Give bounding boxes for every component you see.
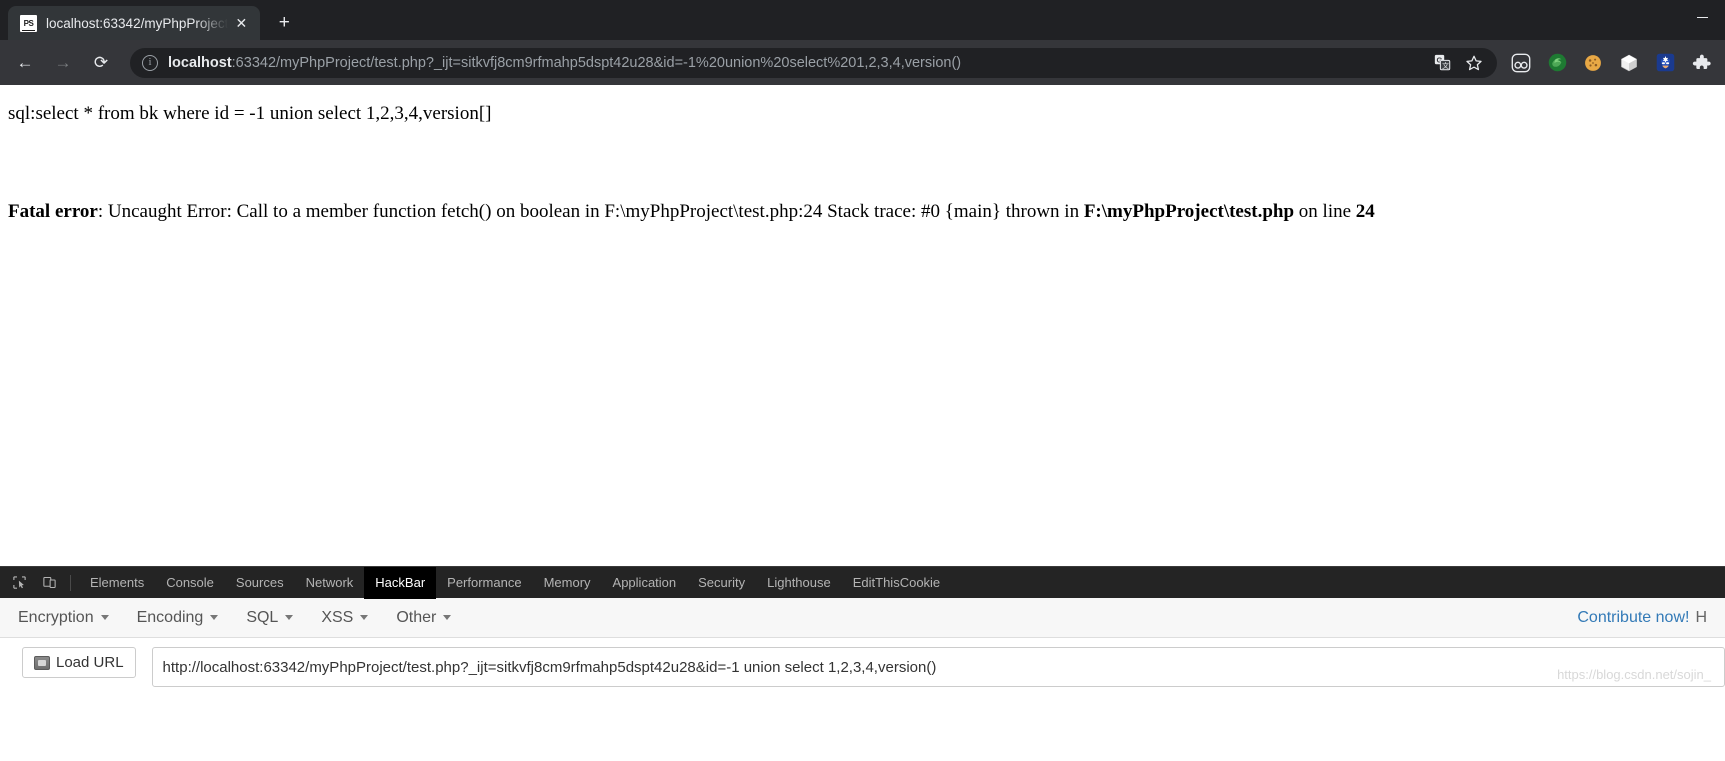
page-content: sql:select * from bk where id = -1 union… (0, 85, 1725, 566)
chevron-down-icon (443, 615, 452, 620)
tab-console[interactable]: Console (155, 567, 225, 599)
phpstorm-favicon: PS (20, 14, 37, 32)
browser-toolbar: ← → ⟳ i localhost:63342/myPhpProject/tes… (0, 40, 1725, 85)
tab-memory[interactable]: Memory (533, 567, 602, 599)
forward-button[interactable]: → (48, 48, 78, 78)
fatal-error-label: Fatal error (8, 200, 98, 222)
puzzle-piece-icon[interactable] (1686, 48, 1716, 78)
hackbar-url-input[interactable] (151, 647, 1725, 687)
inspect-element-icon[interactable] (5, 570, 33, 596)
address-bar[interactable]: i localhost:63342/myPhpProject/test.php?… (130, 47, 1497, 78)
menu-sql[interactable]: SQL (246, 608, 294, 627)
window-minimize-button[interactable] (1679, 0, 1725, 34)
tab-editthiscookie[interactable]: EditThisCookie (842, 567, 951, 599)
menu-sql-label: SQL (246, 608, 279, 626)
chevron-down-icon (285, 615, 294, 620)
chevron-down-icon (360, 615, 369, 620)
tab-application[interactable]: Application (602, 567, 688, 599)
browser-chrome: PS localhost:63342/myPhpProject ✕ + ← → … (0, 0, 1725, 85)
translate-icon[interactable]: G 文 (1429, 50, 1455, 76)
wappalyzer-icon[interactable] (1506, 48, 1536, 78)
omnibox-actions: G 文 (1409, 50, 1487, 76)
tab-security[interactable]: Security (687, 567, 756, 599)
white-cube-icon[interactable] (1614, 48, 1644, 78)
load-url-label: Load URL (56, 654, 124, 671)
tab-lighthouse[interactable]: Lighthouse (756, 567, 842, 599)
menu-encoding-label: Encoding (136, 608, 204, 626)
bookmark-star-icon[interactable] (1461, 50, 1487, 76)
contribute-link[interactable]: Contribute now! (1577, 609, 1689, 627)
url-text: localhost:63342/myPhpProject/test.php?_i… (168, 55, 961, 71)
site-info-icon[interactable]: i (142, 54, 158, 71)
load-url-button[interactable]: Load URL (22, 647, 136, 678)
hackbar-url-row: Load URL https://blog.csdn.net/sojin_ (0, 638, 1725, 687)
close-tab-icon[interactable]: ✕ (232, 14, 250, 32)
cookie-icon[interactable] (1578, 48, 1608, 78)
minimize-icon (1696, 16, 1708, 18)
svg-text:文: 文 (1442, 61, 1449, 70)
menu-other[interactable]: Other (396, 608, 452, 627)
menu-xss[interactable]: XSS (321, 608, 369, 627)
window-controls (1679, 0, 1725, 40)
chevron-down-icon (210, 615, 219, 620)
tab-strip: PS localhost:63342/myPhpProject ✕ + (0, 0, 1725, 40)
menu-other-label: Other (396, 608, 437, 626)
menu-xss-label: XSS (321, 608, 354, 626)
php-fatal-error: Fatal error: Uncaught Error: Call to a m… (8, 199, 1717, 225)
menu-encryption-label: Encryption (18, 608, 94, 626)
sql-query-output: sql:select * from bk where id = -1 union… (8, 103, 492, 124)
hackbar-contribute-area: Contribute now! H (1577, 609, 1707, 627)
fatal-error-file: F:\myPhpProject\test.php (1083, 200, 1295, 222)
load-url-icon (34, 655, 50, 670)
toolbar-divider (70, 574, 71, 591)
hackbar-menubar: Encryption Encoding SQL XSS Other Contri… (0, 598, 1725, 638)
back-button[interactable]: ← (10, 48, 40, 78)
contribute-tail-text: H (1695, 608, 1707, 626)
tab-elements[interactable]: Elements (79, 567, 155, 599)
fatal-error-line-number: 24 (1355, 200, 1375, 222)
devtools-tabbar: Elements Console Sources Network HackBar… (0, 566, 1725, 599)
reload-button[interactable]: ⟳ (86, 48, 116, 78)
fatal-error-online: on line (1294, 200, 1356, 222)
devtools-panel: Elements Console Sources Network HackBar… (0, 566, 1725, 687)
new-tab-button[interactable]: + (270, 9, 298, 37)
url-path: :63342/myPhpProject/test.php?_ijt=sitkvf… (231, 54, 962, 71)
captain-america-icon[interactable] (1650, 48, 1680, 78)
menu-encryption[interactable]: Encryption (18, 609, 109, 627)
tab-network[interactable]: Network (295, 567, 365, 599)
firefox-green-icon[interactable] (1542, 48, 1572, 78)
device-toolbar-icon[interactable] (35, 570, 63, 596)
chevron-down-icon (100, 615, 109, 620)
tab-title: localhost:63342/myPhpProject (46, 15, 229, 31)
extension-toolbar (1497, 48, 1719, 78)
tab-performance[interactable]: Performance (436, 567, 532, 599)
browser-tab[interactable]: PS localhost:63342/myPhpProject ✕ (8, 6, 261, 40)
tab-hackbar[interactable]: HackBar (364, 566, 437, 599)
tab-sources[interactable]: Sources (225, 567, 295, 599)
url-host: localhost (168, 54, 232, 71)
menu-encoding[interactable]: Encoding (137, 609, 219, 627)
fatal-error-message: : Uncaught Error: Call to a member funct… (97, 200, 1084, 222)
